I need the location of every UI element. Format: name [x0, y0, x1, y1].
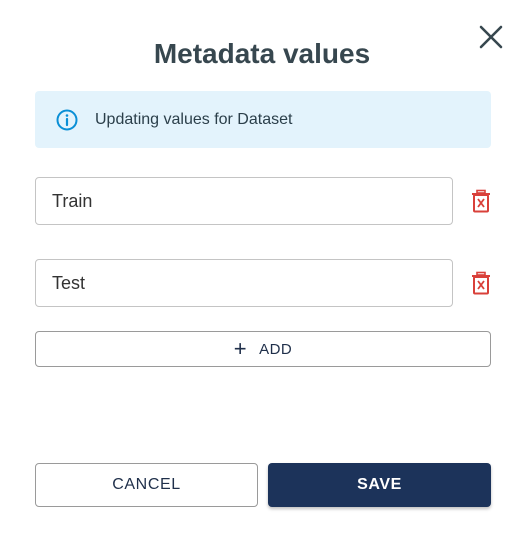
info-banner: Updating values for Dataset	[35, 91, 491, 148]
trash-icon	[472, 189, 490, 213]
delete-value-button[interactable]	[471, 189, 491, 213]
dialog-title: Metadata values	[153, 38, 371, 69]
cancel-button-label: CANCEL	[112, 476, 181, 493]
info-icon	[56, 109, 78, 131]
add-button-label: ADD	[259, 340, 293, 358]
save-button[interactable]: SAVE	[268, 463, 491, 507]
cancel-button[interactable]: CANCEL	[35, 463, 258, 507]
plus-icon: +	[233, 336, 248, 361]
trash-icon	[472, 271, 490, 295]
save-button-label: SAVE	[357, 476, 402, 493]
delete-value-button[interactable]	[471, 271, 491, 295]
value-input[interactable]	[35, 259, 453, 307]
value-row	[35, 259, 505, 307]
value-input[interactable]	[35, 177, 453, 225]
info-text: Updating values for Dataset	[95, 110, 293, 128]
add-value-button[interactable]: + ADD	[35, 331, 491, 367]
value-row	[35, 177, 505, 225]
metadata-values-dialog: Metadata values Updating values for Data…	[0, 0, 524, 543]
